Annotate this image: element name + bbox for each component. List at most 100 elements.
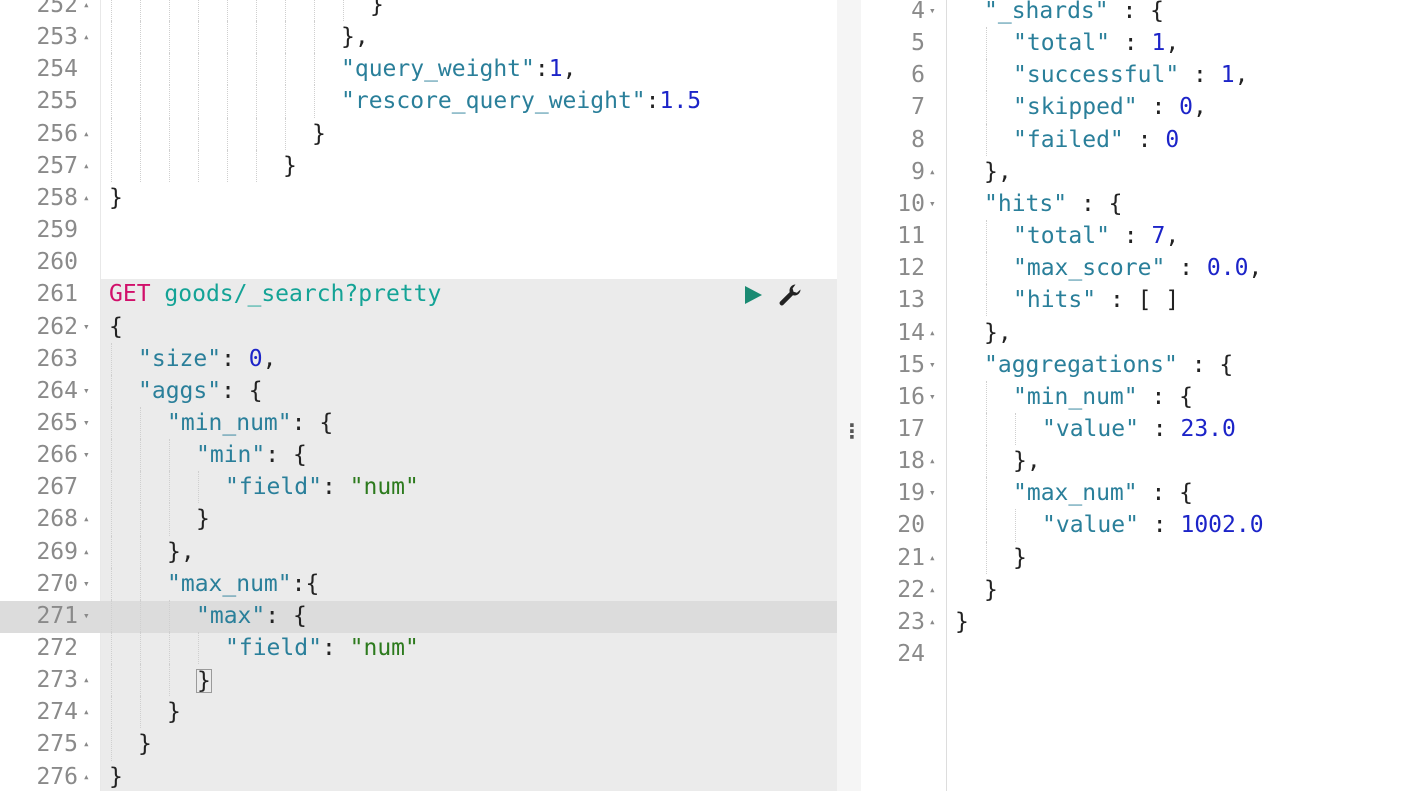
line-number: 11 [897, 223, 925, 250]
fold-expand-icon[interactable]: ▴ [929, 445, 936, 477]
code-line[interactable]: "value" : 23.0 [1042, 413, 1236, 445]
code-line[interactable]: "min_num": { [167, 407, 333, 439]
fold-expand-icon[interactable]: ▴ [83, 728, 90, 760]
code-line[interactable]: "failed" : 0 [1013, 124, 1179, 156]
pane-splitter[interactable] [837, 0, 861, 791]
fold-collapse-icon[interactable]: ▾ [929, 381, 936, 413]
code-punctuation: } [109, 184, 123, 211]
code-line[interactable]: } [109, 761, 123, 791]
code-line[interactable]: }, [984, 317, 1012, 349]
code-line[interactable]: "max_num" : { [1013, 477, 1193, 509]
indent-guide [285, 117, 286, 150]
indent-guide [140, 471, 141, 504]
fold-expand-icon[interactable]: ▴ [83, 118, 90, 150]
line-number: 273 [36, 667, 78, 694]
code-line[interactable]: } [283, 150, 297, 182]
request-editor[interactable]: 252 ▴} 253 ▴}, 254 "query_weight":1, 255 "resco… [0, 0, 837, 791]
code-line[interactable]: "skipped" : 0, [1013, 91, 1207, 123]
indent-guide [986, 380, 987, 413]
console-app: 252 ▴} 253 ▴}, 254 "query_weight":1, 255 "resco… [0, 0, 1411, 791]
line-number: 252 [36, 0, 78, 18]
line-number: 21 [897, 544, 925, 571]
code-line[interactable]: } [370, 0, 384, 21]
indent-guide [111, 374, 112, 407]
fold-expand-icon[interactable]: ▴ [83, 664, 90, 696]
code-line[interactable]: } [312, 118, 326, 150]
fold-expand-icon[interactable]: ▴ [83, 503, 90, 535]
fold-expand-icon[interactable]: ▴ [83, 0, 90, 21]
code-punctuation: , [1165, 30, 1180, 57]
fold-expand-icon[interactable]: ▴ [83, 696, 90, 728]
code-line[interactable]: "hits" : { [984, 188, 1122, 220]
code-line[interactable]: "total" : 1, [1013, 27, 1179, 59]
code-line[interactable]: }, [1013, 445, 1041, 477]
fold-expand-icon[interactable]: ▴ [929, 317, 936, 349]
code-line[interactable]: "total" : 7, [1013, 220, 1179, 252]
code-punctuation: : { [1108, 0, 1165, 24]
fold-collapse-icon[interactable]: ▾ [929, 349, 936, 381]
code-line[interactable]: "field": "num" [225, 471, 419, 503]
code-line[interactable]: } [196, 503, 210, 535]
fold-collapse-icon[interactable]: ▾ [83, 311, 90, 343]
code-line[interactable]: "max_score" : 0.0, [1013, 252, 1262, 284]
fold-collapse-icon[interactable]: ▾ [83, 439, 90, 471]
play-icon[interactable] [741, 283, 765, 307]
code-line[interactable]: "_shards" : { [984, 0, 1164, 27]
code-line[interactable]: } [138, 728, 152, 760]
fold-collapse-icon[interactable]: ▾ [83, 407, 90, 439]
fold-expand-icon[interactable]: ▴ [929, 542, 936, 574]
wrench-icon[interactable] [776, 282, 804, 308]
fold-collapse-icon[interactable]: ▾ [929, 188, 936, 220]
code-line[interactable]: } [167, 696, 181, 728]
fold-collapse-icon[interactable]: ▾ [83, 600, 90, 632]
fold-collapse-icon[interactable]: ▾ [929, 477, 936, 509]
http-method: GET [109, 281, 151, 308]
code-line[interactable]: "min": { [196, 439, 307, 471]
code-line[interactable]: "max": { [196, 600, 307, 632]
fold-collapse-icon[interactable]: ▾ [83, 568, 90, 600]
code-line[interactable]: } [196, 664, 212, 696]
code-line[interactable]: "max_num":{ [167, 568, 319, 600]
json-number: 7 [1151, 223, 1166, 250]
code-line[interactable]: GET goods/_search?pretty [109, 278, 441, 310]
fold-expand-icon[interactable]: ▴ [83, 150, 90, 182]
json-number: 0 [1165, 126, 1180, 153]
code-line[interactable]: { [109, 311, 123, 343]
fold-collapse-icon[interactable]: ▾ [83, 375, 90, 407]
indent-guide [111, 117, 112, 150]
line-number: 253 [36, 24, 78, 51]
code-line[interactable]: "min_num" : { [1013, 381, 1193, 413]
line-number: 267 [36, 474, 78, 501]
splitter-handle-icon[interactable]: ⋮ [842, 421, 862, 441]
code-line[interactable]: } [984, 574, 998, 606]
code-punctuation: } [312, 120, 326, 147]
fold-expand-icon[interactable]: ▴ [83, 182, 90, 214]
code-line[interactable]: "hits" : [ ] [1013, 284, 1179, 316]
fold-expand-icon[interactable]: ▴ [83, 761, 90, 791]
indent-guide [111, 599, 112, 632]
indent-guide [111, 342, 112, 375]
code-line[interactable]: } [955, 606, 969, 638]
code-line[interactable]: "aggs": { [138, 375, 263, 407]
fold-expand-icon[interactable]: ▴ [929, 156, 936, 188]
code-line[interactable]: }, [167, 536, 195, 568]
code-line[interactable]: } [1013, 542, 1027, 574]
fold-expand-icon[interactable]: ▴ [929, 606, 936, 638]
code-line[interactable]: "query_weight":1, [341, 53, 576, 85]
code-line[interactable]: }, [984, 156, 1012, 188]
indent-guide [285, 85, 286, 118]
code-line[interactable]: "rescore_query_weight":1.5 [341, 85, 701, 117]
fold-collapse-icon[interactable]: ▾ [929, 0, 936, 27]
response-viewer[interactable]: 4 ▾ "_shards" : {5 "total" : 1, 6 "successful… [861, 0, 1411, 791]
fold-expand-icon[interactable]: ▴ [83, 536, 90, 568]
code-line[interactable]: "successful" : 1, [1013, 59, 1248, 91]
code-line[interactable]: "value" : 1002.0 [1042, 509, 1264, 541]
code-line[interactable]: "aggregations" : { [984, 349, 1233, 381]
fold-expand-icon[interactable]: ▴ [83, 21, 90, 53]
code-line[interactable]: } [109, 182, 123, 214]
code-line[interactable]: "field": "num" [225, 632, 419, 664]
code-line[interactable]: "size": 0, [138, 343, 277, 375]
line-number: 276 [36, 763, 78, 790]
code-line[interactable]: }, [341, 21, 369, 53]
fold-expand-icon[interactable]: ▴ [929, 574, 936, 606]
